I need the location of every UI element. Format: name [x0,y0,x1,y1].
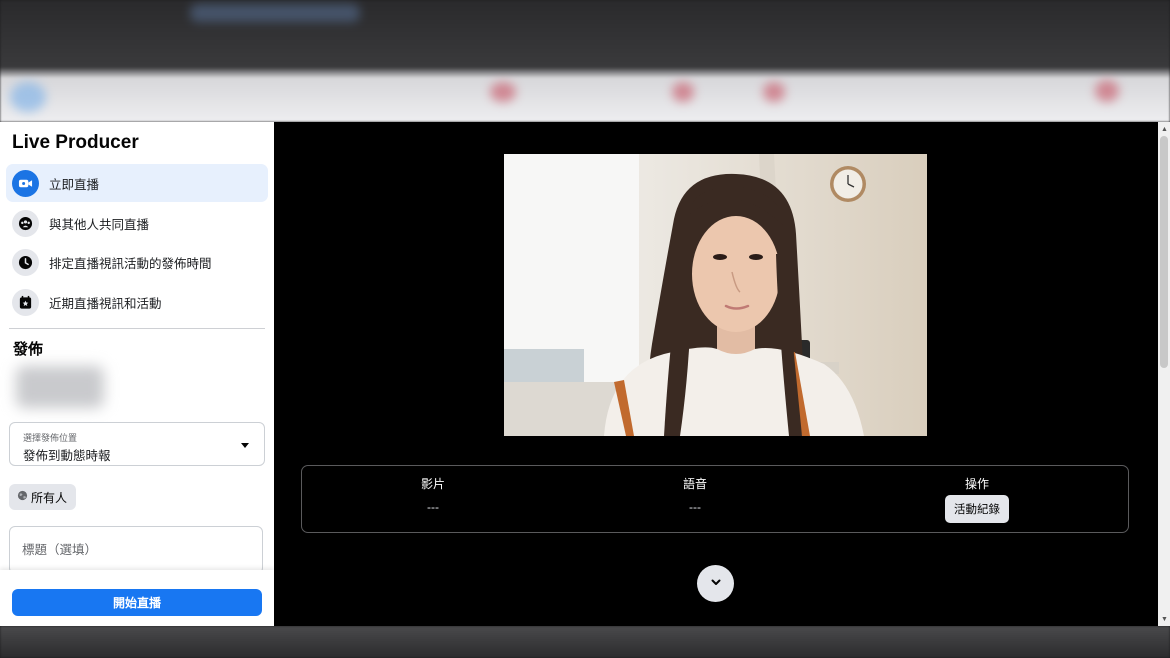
title-input[interactable] [9,526,263,574]
nav-item-upcoming-live[interactable]: 近期直播視訊和活動 [6,283,268,321]
go-live-button[interactable]: 開始直播 [12,589,262,616]
scrollbar-thumb[interactable] [1160,136,1168,368]
blurred-tab-icon [1095,80,1119,102]
video-stat: 影片 --- [353,475,513,514]
calendar-star-icon [12,288,39,316]
audio-stat-value: --- [689,500,701,514]
audio-stat: 語音 --- [615,475,775,514]
scroll-up-arrow-icon[interactable]: ▲ [1161,126,1168,133]
clock-icon [12,248,39,276]
taskbar-blurred [0,626,1170,658]
sidebar-footer: 開始直播 [0,570,274,626]
nav-item-schedule-live[interactable]: 排定直播視訊活動的發佈時間 [6,243,268,281]
destination-value: 發佈到動態時報 [23,449,111,463]
globe-icon [17,488,28,506]
blurred-address-bar [190,4,360,22]
chevron-down-icon [710,576,722,591]
scroll-down-arrow-icon[interactable]: ▼ [1161,616,1168,623]
camera-preview [504,154,927,436]
destination-caption: 選擇發佈位置 [23,433,78,443]
publish-heading: 發佈 [13,341,44,358]
browser-chrome-blurred [0,0,1170,122]
video-stat-value: --- [427,500,439,514]
live-producer-sidebar: Live Producer 立即直播 與其他人共同直播 排定直播視訊活動的發佈時… [0,122,274,626]
nav-item-go-live-now[interactable]: 立即直播 [6,164,268,202]
section-divider [9,328,265,329]
nav-item-label: 近期直播視訊和活動 [49,296,162,311]
nav-item-label: 排定直播視訊活動的發佈時間 [49,256,212,271]
video-stat-label: 影片 [420,477,445,491]
audio-stat-label: 語音 [682,477,707,491]
avatar [16,366,104,408]
group-icon [12,209,39,237]
page-scrollbar[interactable]: ▲ ▼ [1158,122,1170,626]
actions-column: 操作 活動紀錄 [897,475,1057,523]
expand-button[interactable] [697,565,734,602]
page-title: Live Producer [12,132,139,153]
nav-item-live-with-others[interactable]: 與其他人共同直播 [6,204,268,242]
nav-item-label: 與其他人共同直播 [49,217,150,232]
destination-select[interactable]: 選擇發佈位置 發佈到動態時報 [9,422,265,466]
live-preview-stage: 影片 --- 語音 --- 操作 活動紀錄 [274,122,1158,626]
blurred-logo [10,82,46,112]
actions-label: 操作 [964,477,989,491]
caret-down-icon [240,437,250,455]
blurred-tab-icon [672,82,694,102]
privacy-label: 所有人 [31,490,68,505]
stream-stats-panel: 影片 --- 語音 --- 操作 活動紀錄 [301,465,1129,533]
activity-log-button[interactable]: 活動紀錄 [945,495,1009,523]
blurred-tab-icon [490,82,516,102]
privacy-selector[interactable]: 所有人 [9,484,77,510]
blurred-tab-icon [763,82,785,102]
video-camera-icon [12,169,39,197]
nav-item-label: 立即直播 [49,177,100,192]
